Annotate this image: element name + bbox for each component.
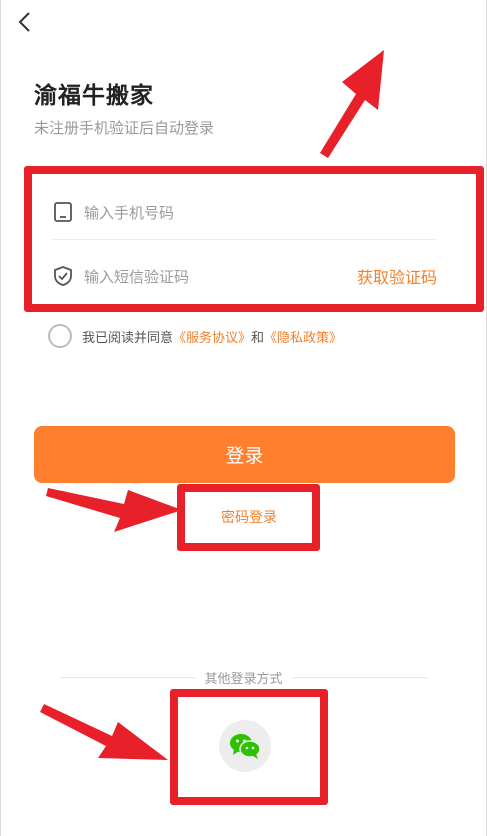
other-login-label: 其他登录方式: [204, 671, 283, 687]
annotation-box-password: [177, 484, 320, 551]
other-login-divider: 其他登录方式: [60, 668, 428, 687]
page-subtitle: 未注册手机验证后自动登录: [34, 119, 215, 137]
annotation-arrow-top: [320, 50, 384, 158]
privacy-policy-link[interactable]: 《隐私政策》: [264, 327, 342, 346]
annotation-box-fields: [24, 166, 484, 312]
annotation-box-wechat: [170, 689, 328, 805]
agreement-row: 我已阅读并同意 《服务协议》 和 《隐私政策》: [48, 324, 342, 348]
service-agreement-link[interactable]: 《服务协议》: [173, 327, 251, 346]
agreement-and: 和: [251, 330, 265, 346]
page-title: 渝福牛搬家: [34, 83, 154, 109]
agreement-prefix: 我已阅读并同意: [82, 330, 174, 346]
divider-line-left: [60, 676, 195, 678]
back-arrow-icon[interactable]: [14, 10, 38, 34]
annotation-arrow-middle: [46, 488, 182, 532]
agreement-checkbox[interactable]: [48, 324, 72, 348]
annotation-arrow-bottom: [40, 704, 168, 760]
divider-line-right: [292, 676, 428, 678]
